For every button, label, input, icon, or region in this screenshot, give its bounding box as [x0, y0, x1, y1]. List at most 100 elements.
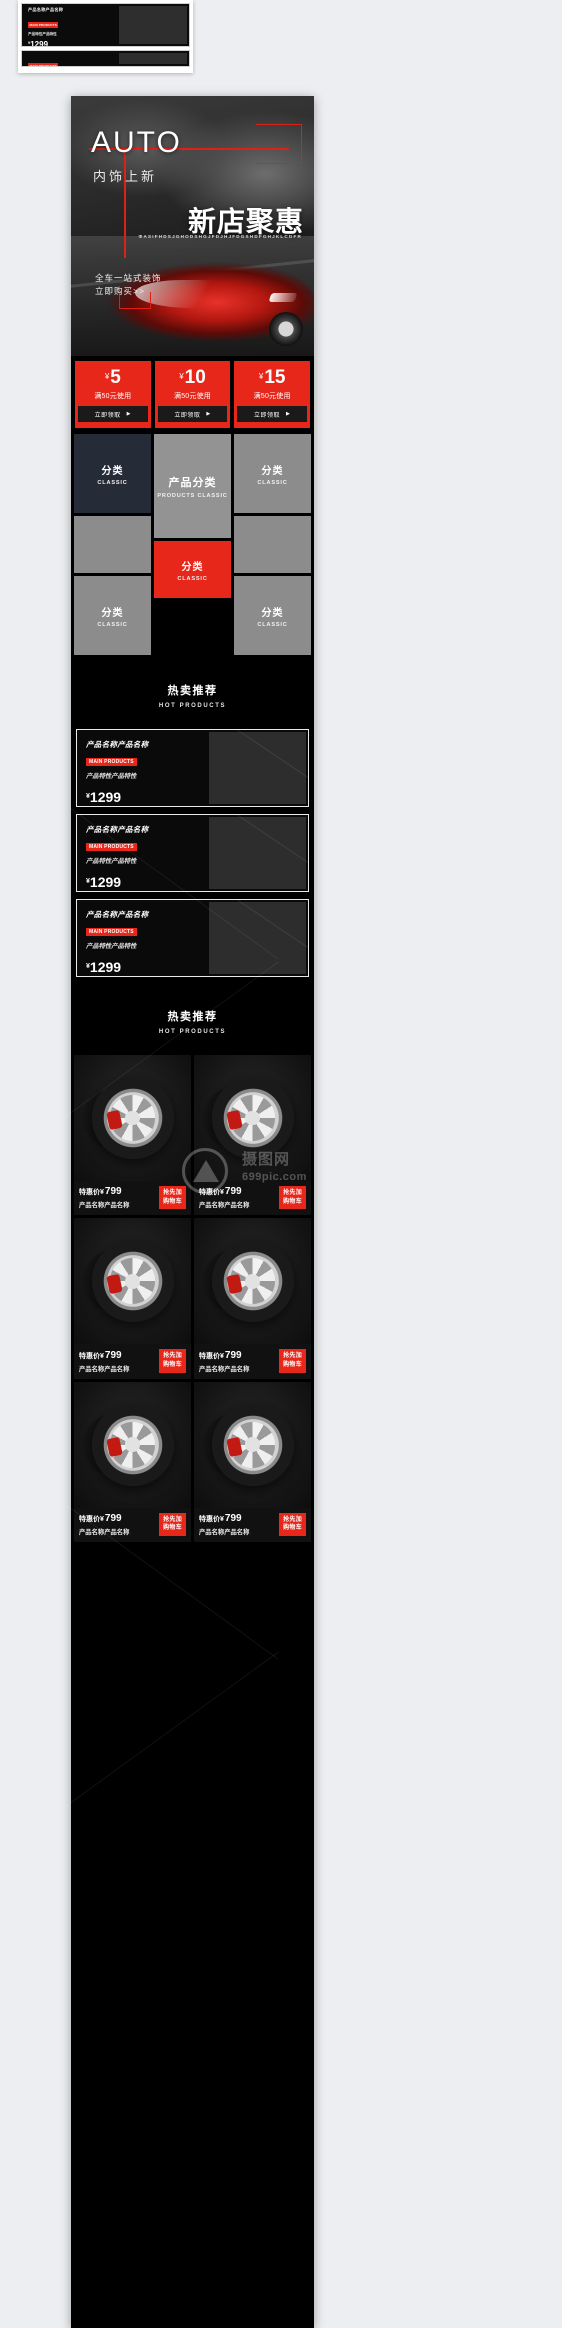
play-arrow-icon: ▶: [126, 411, 132, 417]
store-page-sheet: AUTO 内饰上新 新店聚惠 ΦASIFHDSJGHODSHGJFDJHJFDG…: [71, 96, 314, 2328]
banner-brand-title: AUTO: [91, 126, 182, 159]
coupon-claim-button-2[interactable]: 立即领取 ▶: [157, 406, 228, 422]
product-card-info-2: 产品名称产品名称 MAIN PRODUCTS 产品特性产品特性 ¥1299: [77, 815, 209, 891]
category-tile-mid-left[interactable]: [74, 516, 151, 573]
add-to-cart-button-3[interactable]: 抢先加 购物车: [159, 1349, 186, 1373]
category-label-en: PRODUCTS CLASSIC: [157, 492, 228, 499]
coupon-card-1[interactable]: ¥5 满50元使用 立即领取 ▶: [75, 361, 151, 428]
coupon-claim-label-3: 立即领取: [253, 412, 280, 419]
wheel-image-3: [74, 1218, 191, 1345]
product-card-3[interactable]: 产品名称产品名称 MAIN PRODUCTS 产品特性产品特性 ¥1299: [76, 899, 309, 977]
wheel-info-2: 特惠价¥799 产品名称产品名称 抢先加 购物车: [194, 1181, 311, 1216]
play-arrow-icon: ▶: [286, 411, 291, 417]
coupon-card-2[interactable]: ¥10 满50元使用 立即领取 ▶: [154, 361, 231, 428]
coupon-claim-button-1[interactable]: 立即领取 ▶: [78, 406, 148, 422]
category-label-cn: 分类: [261, 465, 284, 477]
add-to-cart-button-5[interactable]: 抢先加 购物车: [159, 1512, 186, 1537]
wheel-price-3: 特惠价¥799: [79, 1350, 159, 1361]
coupon-currency-1: ¥: [104, 372, 110, 381]
wheel-price-label-4: 特惠价¥: [199, 1352, 224, 1360]
wheel-card-2[interactable]: 特惠价¥799 产品名称产品名称 抢先加 购物车: [194, 1055, 311, 1216]
category-column-center: 产品分类 PRODUCTS CLASSIC 分类 CLASSIC: [154, 434, 231, 655]
wheel-image-6: [194, 1381, 311, 1508]
banner-red-vertical-rule: [124, 148, 126, 258]
product-price-value-3: 1299: [89, 959, 122, 975]
wheel-text-6: 特惠价¥799 产品名称产品名称: [199, 1513, 279, 1536]
wheel-card-1[interactable]: 特惠价¥799 产品名称产品名称 抢先加 购物车: [74, 1055, 191, 1216]
category-label-en: CLASSIC: [97, 621, 128, 628]
wheel-tyre-icon: [91, 1403, 174, 1486]
section-title-en: HOT PRODUCTS: [158, 703, 227, 709]
category-tile-bottom-left[interactable]: 分类 CLASSIC: [74, 576, 151, 655]
category-tile-center[interactable]: 产品分类 PRODUCTS CLASSIC: [154, 434, 231, 538]
wheel-tyre-icon: [211, 1403, 294, 1486]
add-to-cart-button-6[interactable]: 抢先加 购物车: [279, 1512, 306, 1537]
coupon-currency-2: ¥: [179, 372, 184, 381]
preview-product-image-secondary: [119, 53, 187, 64]
preview-product-feature: 产品特性产品特性: [28, 32, 57, 36]
category-tile-bottom-right[interactable]: 分类 CLASSIC: [234, 576, 311, 655]
coupon-value-1: 5: [110, 367, 121, 388]
wheel-info-1: 特惠价¥799 产品名称产品名称 抢先加 购物车: [74, 1181, 191, 1216]
coupon-claim-button-3[interactable]: 立即领取 ▶: [237, 406, 308, 422]
wheel-price-label-1: 特惠价¥: [79, 1189, 104, 1197]
wheel-price-value-3: 799: [104, 1349, 122, 1361]
wheel-price-2: 特惠价¥799: [199, 1186, 279, 1197]
add-to-cart-button-1[interactable]: 抢先加 购物车: [159, 1186, 186, 1210]
wheel-price-label-6: 特惠价¥: [199, 1515, 224, 1523]
product-feature-1: 产品特性产品特性: [86, 773, 137, 780]
wheel-card-5[interactable]: 特惠价¥799 产品名称产品名称 抢先加 购物车: [74, 1381, 191, 1543]
coupon-amount-1: ¥5: [78, 368, 148, 387]
preview-product-card[interactable]: 产品名称产品名称 MAIN PRODUCTS 产品特性产品特性 ¥1299: [21, 3, 190, 47]
wheel-card-6[interactable]: 特惠价¥799 产品名称产品名称 抢先加 购物车: [194, 1381, 311, 1543]
section-title-cn: 热卖推荐: [167, 1011, 218, 1023]
coupon-currency-3: ¥: [258, 372, 264, 381]
product-card-info-3: 产品名称产品名称 MAIN PRODUCTS 产品特性产品特性 ¥1299: [77, 900, 209, 976]
product-title-2: 产品名称产品名称: [86, 825, 149, 834]
wheel-text-1: 特惠价¥799 产品名称产品名称: [79, 1186, 159, 1209]
wheel-price-5: 特惠价¥799: [79, 1513, 159, 1524]
preview-product-image: [119, 6, 187, 44]
add-to-cart-button-2[interactable]: 抢先加 购物车: [279, 1186, 306, 1210]
category-label-en: CLASSIC: [257, 621, 288, 628]
product-badge-1: MAIN PRODUCTS: [86, 758, 137, 766]
product-card-2[interactable]: 产品名称产品名称 MAIN PRODUCTS 产品特性产品特性 ¥1299: [76, 814, 309, 892]
car-headlight: [268, 292, 298, 302]
coupon-row: ¥5 满50元使用 立即领取 ▶ ¥10 满50元使用 立即领取 ▶ ¥15 满50…: [71, 356, 314, 434]
category-grid: 分类 CLASSIC 分类 CLASSIC 产品分类 PRODUCTS CLAS…: [71, 434, 314, 658]
category-column-right: 分类 CLASSIC 分类 CLASSIC: [234, 434, 311, 655]
banner-buy-now-link[interactable]: 立即购买>>: [95, 285, 145, 297]
section-title-en: HOT PRODUCTS: [158, 1029, 227, 1035]
banner-red-frame-decoration: [256, 124, 302, 164]
play-arrow-icon: ▶: [206, 411, 211, 417]
category-tile-mid-right[interactable]: [234, 516, 311, 573]
coupon-claim-label-2: 立即领取: [174, 412, 201, 419]
wheel-card-4[interactable]: 特惠价¥799 产品名称产品名称 抢先加 购物车: [194, 1218, 311, 1379]
add-to-cart-button-4[interactable]: 抢先加 购物车: [279, 1349, 306, 1373]
category-tile-top-left[interactable]: 分类 CLASSIC: [74, 434, 151, 513]
wheel-info-6: 特惠价¥799 产品名称产品名称 抢先加 购物车: [194, 1507, 311, 1543]
product-card-list: 产品名称产品名称 MAIN PRODUCTS 产品特性产品特性 ¥1299 产品…: [71, 729, 314, 977]
category-tile-top-right[interactable]: 分类 CLASSIC: [234, 434, 311, 513]
preview-card-info: 产品名称产品名称 MAIN PRODUCTS 产品特性产品特性 ¥1299: [22, 4, 117, 46]
coupon-condition-1: 满50元使用: [94, 393, 132, 400]
preview-product-card-secondary[interactable]: MAIN PRODUCTS: [21, 50, 190, 67]
product-feature-3: 产品特性产品特性: [86, 943, 137, 950]
hero-banner[interactable]: AUTO 内饰上新 新店聚惠 ΦASIFHDSJGHODSHGJFDJHJFDG…: [71, 96, 314, 356]
product-title-1: 产品名称产品名称: [86, 740, 149, 749]
wheel-info-5: 特惠价¥799 产品名称产品名称 抢先加 购物车: [74, 1507, 191, 1543]
coupon-card-3[interactable]: ¥15 满50元使用 立即领取 ▶: [234, 361, 311, 428]
category-tile-bottom-center[interactable]: 分类 CLASSIC: [154, 541, 231, 598]
wheel-product-grid: 特惠价¥799 产品名称产品名称 抢先加 购物车 特惠价¥799 产品名称产品名…: [71, 1055, 314, 1546]
preview-product-badge-secondary: MAIN PRODUCTS: [28, 63, 59, 67]
product-price-3: ¥1299: [86, 959, 209, 975]
wheel-name-4: 产品名称产品名称: [199, 1365, 250, 1373]
wheel-price-value-5: 799: [104, 1512, 122, 1524]
wheel-price-label-2: 特惠价¥: [199, 1189, 224, 1197]
wheel-card-3[interactable]: 特惠价¥799 产品名称产品名称 抢先加 购物车: [74, 1218, 191, 1379]
wheel-name-2: 产品名称产品名称: [199, 1202, 250, 1210]
category-label-en: CLASSIC: [97, 479, 128, 486]
product-card-1[interactable]: 产品名称产品名称 MAIN PRODUCTS 产品特性产品特性 ¥1299: [76, 729, 309, 807]
wheel-price-value-6: 799: [224, 1512, 242, 1524]
wheel-price-6: 特惠价¥799: [199, 1513, 279, 1524]
